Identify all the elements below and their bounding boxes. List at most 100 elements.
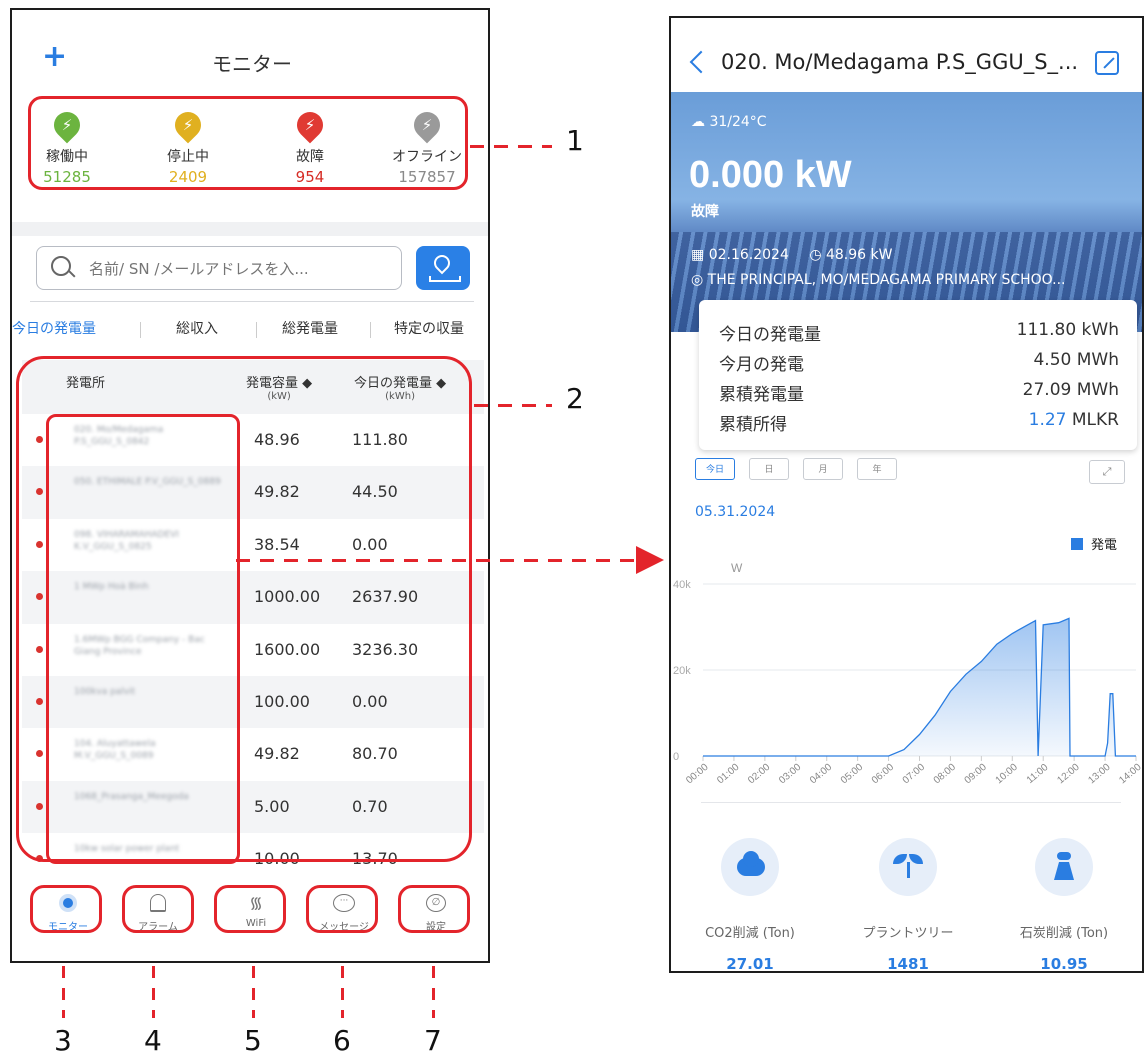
x-tick-label: 12:00 xyxy=(1055,762,1082,787)
map-pin-icon xyxy=(430,251,454,275)
summary-label: 今日の発電量 xyxy=(719,325,821,345)
callout-box-plant-names xyxy=(46,414,240,864)
summary-row: 今日の発電量 111.80 kWh xyxy=(719,320,1119,345)
factory-icon xyxy=(1035,838,1093,896)
search-icon xyxy=(51,256,71,276)
callout-line-5 xyxy=(252,966,255,1018)
y-axis-unit: W xyxy=(731,561,743,575)
chart-date[interactable]: 05.31.2024 xyxy=(695,504,775,520)
trees-planted: プラントツリー 1481 xyxy=(853,838,963,971)
x-tick-label: 04:00 xyxy=(808,762,835,787)
x-tick-label: 01:00 xyxy=(715,762,742,787)
install-date: 02.16.2024 xyxy=(708,247,789,263)
callout-line-7 xyxy=(432,966,435,1018)
y-tick-label: 20k xyxy=(673,665,691,677)
coal-reduction: 石炭削減 (Ton) 10.95 xyxy=(1009,838,1119,973)
search-box[interactable] xyxy=(36,246,402,290)
callout-box-status-summary xyxy=(28,96,468,190)
x-tick-label: 11:00 xyxy=(1025,762,1051,786)
series-line xyxy=(703,617,1136,757)
x-tick-label: 02:00 xyxy=(746,762,773,787)
edit-icon[interactable] xyxy=(1095,51,1119,75)
plant-capacity: 48.96 kW xyxy=(825,247,893,263)
plant-status: 故障 xyxy=(691,204,719,220)
co2-value: 27.01 xyxy=(726,955,774,973)
tab-specific-yield[interactable]: 特定の収量 xyxy=(394,318,464,338)
period-today[interactable]: 今日 xyxy=(695,458,735,480)
summary-value: 111.80 kWh xyxy=(1016,320,1119,340)
summary-label: 今月の発電 xyxy=(719,355,804,375)
calendar-icon: ▦ xyxy=(691,247,705,263)
tab-total-income[interactable]: 総収入 xyxy=(176,318,218,338)
summary-value: 27.09 MWh xyxy=(1022,380,1119,400)
fullscreen-icon[interactable]: ⤢ xyxy=(1089,460,1125,484)
summary-label: 累積発電量 xyxy=(719,385,804,405)
search-input[interactable] xyxy=(87,257,391,281)
co2-label: CO2削減 (Ton) xyxy=(705,926,795,941)
callout-box-nav-wifi xyxy=(214,885,286,933)
trees-label: プラントツリー xyxy=(862,926,954,941)
x-tick-label: 03:00 xyxy=(777,762,804,787)
summary-label: 累積所得 xyxy=(719,415,787,435)
callout-line-4 xyxy=(152,966,155,1018)
callout-line-6 xyxy=(341,966,344,1018)
callout-number-4: 4 xyxy=(144,1024,162,1057)
x-tick-label: 13:00 xyxy=(1086,762,1113,787)
summary-value: 1.27 MLKR xyxy=(1029,410,1119,430)
callout-box-nav-alarm xyxy=(122,885,194,933)
tab-total-generation[interactable]: 総発電量 xyxy=(282,318,338,338)
co2-cloud-icon xyxy=(721,838,779,896)
x-tick-label: 00:00 xyxy=(684,762,711,787)
summary-card: 今日の発電量 111.80 kWh 今月の発電 4.50 MWh 累積発電量 2… xyxy=(699,300,1137,450)
plant-title: 020. Mo/Medagama P.S_GGU_S_... xyxy=(721,50,1079,74)
page-title: モニター xyxy=(212,52,292,76)
period-month[interactable]: 月 xyxy=(803,458,843,480)
address-text: THE PRINCIPAL, MO/MEDAGAMA PRIMARY SCHOO… xyxy=(707,272,1066,288)
coal-value: 10.95 xyxy=(1040,955,1088,973)
divider xyxy=(12,222,488,236)
income-amount: 1.27 xyxy=(1028,410,1067,430)
plant-meta: ▦ 02.16.2024 ◷ 48.96 kW xyxy=(691,247,892,263)
period-day[interactable]: 日 xyxy=(749,458,789,480)
callout-box-nav-monitor xyxy=(30,885,102,933)
map-base-icon xyxy=(429,276,461,282)
plant-address: ◎ THE PRINCIPAL, MO/MEDAGAMA PRIMARY SCH… xyxy=(691,272,1066,288)
map-button[interactable] xyxy=(416,246,470,290)
location-pin-icon: ◎ xyxy=(691,272,704,288)
period-year[interactable]: 年 xyxy=(857,458,897,480)
plant-detail-screen: 020. Mo/Medagama P.S_GGU_S_... ☁ 31/24°C… xyxy=(669,16,1144,973)
summary-row: 累積所得 1.27 MLKR xyxy=(719,410,1119,435)
callout-box-nav-message xyxy=(306,885,378,933)
tab-separator xyxy=(370,322,371,338)
weather-cloud-icon: ☁ xyxy=(691,114,705,130)
callout-line-3 xyxy=(62,966,65,1018)
back-chevron-icon[interactable] xyxy=(689,50,713,74)
callout-number-2: 2 xyxy=(566,382,584,415)
callout-number-1: 1 xyxy=(566,124,584,157)
y-tick-label: 0 xyxy=(673,751,679,763)
x-tick-label: 08:00 xyxy=(932,762,959,787)
summary-value: 4.50 MWh xyxy=(1033,350,1119,370)
callout-number-6: 6 xyxy=(333,1024,351,1057)
callout-number-3: 3 xyxy=(54,1024,72,1057)
x-tick-label: 07:00 xyxy=(901,762,928,787)
tab-separator xyxy=(140,322,141,338)
callout-arrowhead xyxy=(636,546,664,574)
y-tick-label: 40k xyxy=(673,579,691,591)
sort-tabs: 今日の発電量 総収入 総発電量 特定の収量 xyxy=(12,318,488,348)
callout-number-5: 5 xyxy=(244,1024,262,1057)
weather-temp: 31/24°C xyxy=(709,114,767,130)
x-tick-label: 09:00 xyxy=(963,762,990,787)
co2-reduction: CO2削減 (Ton) 27.01 xyxy=(695,838,805,973)
clock-icon: ◷ xyxy=(809,247,822,263)
generation-chart: W 0 20k 40k 00:00 01:00 02:00 03:00 04:00 05:00 06… xyxy=(673,561,1144,787)
x-tick-label: 06:00 xyxy=(870,762,897,787)
divider xyxy=(30,301,474,302)
weather-text: ☁ 31/24°C xyxy=(691,114,767,130)
tab-today-generation[interactable]: 今日の発電量 xyxy=(12,318,96,338)
income-unit: MLKR xyxy=(1066,410,1119,430)
callout-line-2 xyxy=(474,404,552,407)
x-tick-label: 14:00 xyxy=(1117,762,1144,787)
x-tick-label: 10:00 xyxy=(994,762,1021,787)
callout-line-1 xyxy=(470,145,552,148)
